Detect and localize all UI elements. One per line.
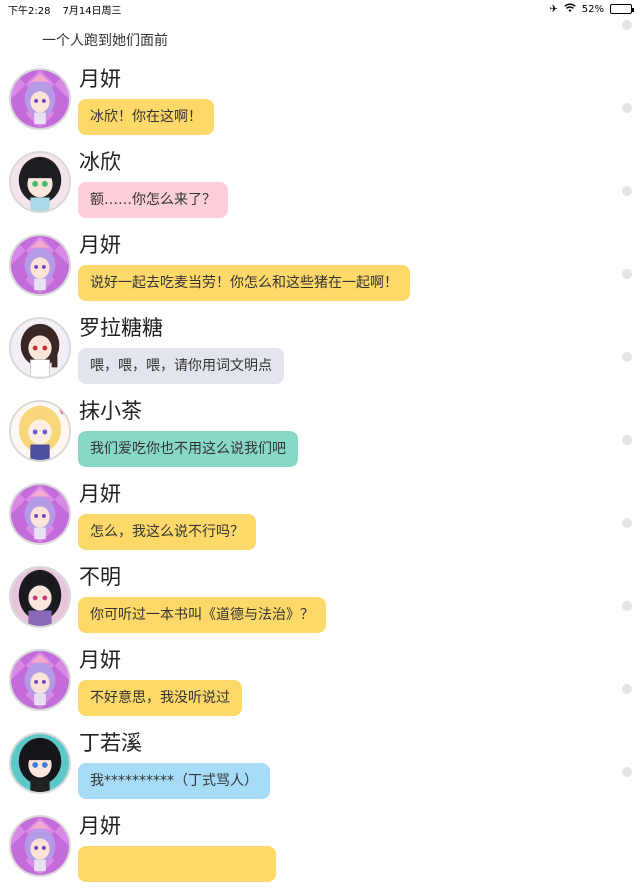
chat-message[interactable]: 冰欣额……你怎么来了？ <box>0 149 620 232</box>
message-bubble[interactable]: 额……你怎么来了？ <box>78 182 228 218</box>
message-bubble[interactable]: 我**********（丁式骂人） <box>78 763 270 799</box>
scroll-dot <box>622 435 632 445</box>
message-bubble[interactable]: 怎么，我这么说不行吗？ <box>78 514 256 550</box>
status-time: 下午2:28 <box>8 5 51 17</box>
purple-hair-avatar-icon[interactable] <box>9 483 71 545</box>
status-date: 7月14日周三 <box>62 5 122 17</box>
message-bubble[interactable]: 冰欣！你在这啊！ <box>78 99 214 135</box>
dark-hair-avatar-icon[interactable] <box>9 566 71 628</box>
chat-message[interactable]: 月妍不好意思，我没听说过 <box>0 647 620 730</box>
speaker-name: 月妍 <box>79 814 121 838</box>
message-bubble[interactable]: 你可听过一本书叫《道德与法治》？ <box>78 597 326 633</box>
scroll-dot <box>622 684 632 694</box>
scroll-dot <box>622 186 632 196</box>
chat-message[interactable]: 不明你可听过一本书叫《道德与法治》？ <box>0 564 620 647</box>
purple-hair-avatar-icon[interactable] <box>9 234 71 296</box>
speaker-name: 月妍 <box>79 648 121 672</box>
teal-bg-avatar-icon[interactable] <box>9 732 71 794</box>
chat-message[interactable]: 月妍冰欣！你在这啊！ <box>0 66 620 149</box>
message-bubble[interactable]: 说好一起去吃麦当劳！你怎么和这些猪在一起啊！ <box>78 265 410 301</box>
scroll-dot <box>622 518 632 528</box>
airplane-icon: ✈ <box>549 3 558 15</box>
narration-text: 一个人跑到她们面前 <box>42 33 168 49</box>
chat-message[interactable]: 罗拉糖糖喂，喂，喂，请你用词文明点 <box>0 315 620 398</box>
wifi-icon <box>564 2 576 16</box>
chat-message[interactable]: 月妍怎么，我这么说不行吗？ <box>0 481 620 564</box>
message-bubble[interactable]: 喂，喂，喂，请你用词文明点 <box>78 348 284 384</box>
purple-hair-avatar-icon[interactable] <box>9 649 71 711</box>
scroll-indicator <box>622 20 634 853</box>
chat-message[interactable]: 月妍 <box>0 813 620 896</box>
scroll-dot <box>622 352 632 362</box>
blonde-hair-avatar-icon[interactable] <box>9 400 71 462</box>
speaker-name: 罗拉糖糖 <box>79 316 163 340</box>
scroll-dot <box>622 20 632 30</box>
speaker-name: 丁若溪 <box>79 731 142 755</box>
black-hair-avatar-icon[interactable] <box>9 151 71 213</box>
battery-icon <box>610 4 634 14</box>
scroll-dot <box>622 767 632 777</box>
speaker-name: 月妍 <box>79 233 121 257</box>
message-bubble[interactable]: 我们爱吃你也不用这么说我们吧 <box>78 431 298 467</box>
speaker-name: 月妍 <box>79 482 121 506</box>
speaker-name: 不明 <box>79 565 121 589</box>
chat-message[interactable]: 抹小茶我们爱吃你也不用这么说我们吧 <box>0 398 620 481</box>
speaker-name: 冰欣 <box>79 150 121 174</box>
scroll-dot <box>622 103 632 113</box>
chat-message[interactable]: 丁若溪我**********（丁式骂人） <box>0 730 620 813</box>
speaker-name: 抹小茶 <box>79 399 142 423</box>
scroll-dot <box>622 601 632 611</box>
purple-hair-avatar-icon[interactable] <box>9 68 71 130</box>
brown-hair-avatar-icon[interactable] <box>9 317 71 379</box>
scroll-dot <box>622 269 632 279</box>
speaker-name: 月妍 <box>79 67 121 91</box>
status-bar: 下午2:28 7月14日周三 ✈ 52% <box>0 0 640 18</box>
message-bubble[interactable]: 不好意思，我没听说过 <box>78 680 242 716</box>
purple-hair-avatar-icon[interactable] <box>9 815 71 877</box>
battery-percent: 52% <box>581 3 604 15</box>
chat-message[interactable]: 月妍说好一起去吃麦当劳！你怎么和这些猪在一起啊！ <box>0 232 620 315</box>
message-bubble[interactable] <box>78 846 276 882</box>
